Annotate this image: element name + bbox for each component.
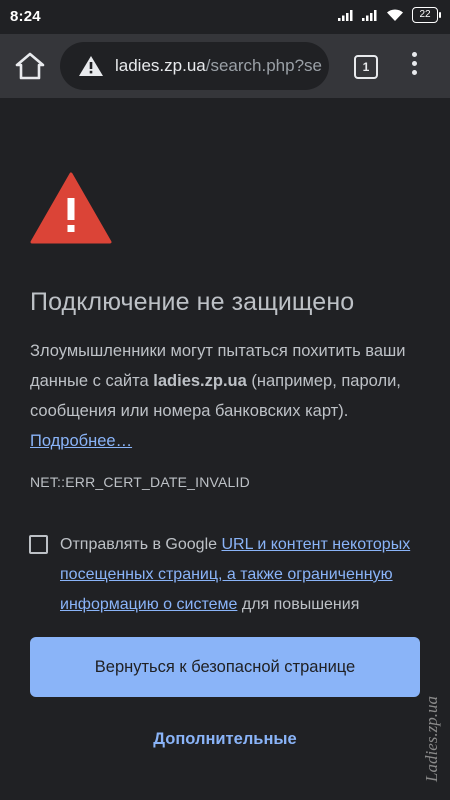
extended-reporting-checkbox[interactable]	[29, 535, 48, 554]
battery-icon: 22	[412, 7, 441, 23]
url-host: ladies.zp.ua	[115, 56, 206, 75]
warning-description: Злоумышленники могут пытаться похитить в…	[30, 336, 422, 456]
learn-more-link[interactable]: Подробнее…	[30, 432, 132, 450]
scroll-fade	[0, 620, 450, 638]
description-host: ladies.zp.ua	[153, 372, 247, 390]
page-title: Подключение не защищено	[30, 288, 355, 316]
error-code: NET::ERR_CERT_DATE_INVALID	[30, 474, 250, 490]
watermark: Ladies.zp.ua	[422, 696, 441, 782]
wifi-icon	[387, 9, 403, 21]
url-path: /search.php?se	[205, 56, 322, 75]
warning-icon[interactable]	[79, 56, 103, 76]
url-text[interactable]: ladies.zp.ua/search.php?se	[115, 56, 325, 76]
tab-count: 1	[362, 60, 370, 74]
optin-prefix: Отправлять в Google	[60, 536, 222, 553]
status-bar: 8:24 22	[0, 0, 450, 34]
extended-reporting-label: Отправлять в Google URL и контент некото…	[60, 530, 426, 620]
back-to-safety-button[interactable]: Вернуться к безопасной странице	[30, 637, 420, 697]
advanced-button[interactable]: Дополнительные	[100, 730, 350, 756]
home-icon[interactable]	[14, 51, 46, 81]
status-time: 8:24	[10, 8, 41, 25]
battery-level: 22	[419, 9, 431, 20]
address-bar[interactable]: ladies.zp.ua/search.php?se	[60, 42, 329, 90]
tab-switcher-icon[interactable]: 1	[354, 55, 378, 79]
browser-toolbar: ladies.zp.ua/search.php?se 1	[0, 34, 450, 98]
status-icons: 22	[338, 7, 441, 23]
optin-suffix: для повышения	[237, 596, 360, 613]
more-vert-icon[interactable]	[406, 52, 422, 80]
signal-icon	[362, 10, 377, 21]
warning-icon	[30, 172, 112, 244]
signal-icon	[338, 10, 353, 21]
